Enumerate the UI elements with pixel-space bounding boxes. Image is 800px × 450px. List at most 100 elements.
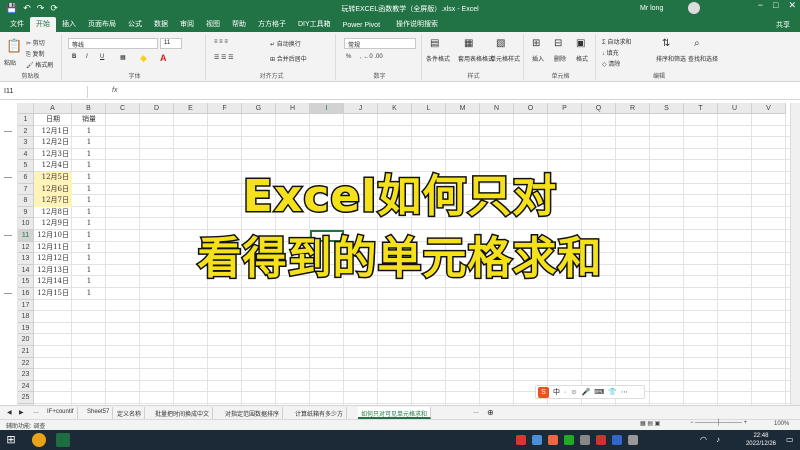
row-header-24[interactable]: 24 (18, 380, 34, 393)
paste-icon[interactable]: 📋 (6, 38, 22, 54)
sheet-tab[interactable]: IF+countif (44, 407, 78, 419)
zoom-slider[interactable]: − ─────┼───── + (690, 420, 747, 426)
tab-3[interactable]: 页面布局 (82, 17, 122, 32)
conditional-format-button[interactable]: 条件格式 (426, 54, 450, 63)
clock[interactable]: 22:48 2022/12/26 (746, 432, 776, 448)
sales-cell[interactable]: 1 (72, 149, 106, 161)
column-header-U[interactable]: U (718, 103, 752, 114)
ime-more-icon[interactable]: ⋯ (621, 388, 628, 396)
sheet-tab[interactable]: Sheet57 (84, 407, 114, 419)
ime-emoji-icon[interactable]: ☺ (570, 389, 577, 396)
copy-button[interactable]: ⎘ 复制 (26, 49, 44, 59)
insert-cells-button[interactable]: 插入 (532, 54, 544, 63)
avatar[interactable] (688, 2, 700, 14)
tab-1[interactable]: 开始 (30, 17, 56, 32)
tab-2[interactable]: 插入 (56, 17, 82, 32)
formula-input[interactable] (128, 86, 796, 98)
cell-A1[interactable]: 日期 (34, 114, 72, 126)
column-header-Q[interactable]: Q (582, 103, 616, 114)
outline-marker[interactable] (4, 130, 12, 132)
cell-styles-icon[interactable]: ▧ (496, 38, 505, 49)
delete-cells-button[interactable]: 删除 (554, 54, 566, 63)
format-as-table-icon[interactable]: ▦ (464, 38, 473, 49)
clear-button[interactable]: ◇ 清除 (602, 59, 620, 68)
column-header-B[interactable]: B (72, 103, 106, 114)
undo-icon[interactable]: ↶ (23, 3, 31, 14)
notification-icon[interactable]: ▭ (786, 435, 796, 445)
underline-button[interactable]: U (100, 54, 104, 60)
date-cell[interactable]: 12月1日 (34, 126, 72, 138)
column-header-M[interactable]: M (446, 103, 480, 114)
sheet-scroll-left-icon[interactable]: ◀ (4, 407, 15, 419)
row-header-21[interactable]: 21 (18, 346, 34, 358)
row-header-23[interactable]: 23 (18, 369, 34, 381)
date-cell[interactable]: 12月3日 (34, 149, 72, 161)
sheet-tab[interactable]: 计算纸箱有多少方 (292, 407, 348, 419)
font-color-icon[interactable]: A (160, 53, 167, 63)
tray-app-icon[interactable] (628, 435, 638, 445)
insert-cells-icon[interactable]: ⊞ (532, 38, 540, 49)
tray-app-icon[interactable] (532, 435, 542, 445)
column-header-J[interactable]: J (344, 103, 378, 114)
share-button[interactable]: 共享 (776, 20, 790, 30)
wrap-text-button[interactable]: ↵ 自动换行 (270, 39, 301, 48)
zoom-level[interactable]: 100% (774, 421, 789, 427)
column-header-D[interactable]: D (140, 103, 174, 114)
row-header-3[interactable]: 3 (18, 137, 34, 149)
cell-B1[interactable]: 销量 (72, 114, 106, 126)
column-header-A[interactable]: A (34, 103, 72, 114)
font-size-select[interactable]: 11 (160, 38, 182, 49)
format-cells-icon[interactable]: ▣ (576, 38, 585, 49)
row-header-4[interactable]: 4 (18, 148, 34, 161)
row-header-22[interactable]: 22 (18, 357, 34, 370)
row-header-17[interactable]: 17 (18, 299, 34, 312)
sheet-scroll-right-icon[interactable]: ▶ (16, 407, 27, 419)
tab-0[interactable]: 文件 (4, 17, 30, 32)
fill-button[interactable]: ↓ 填充 (602, 48, 619, 57)
ime-skin-icon[interactable]: 👕 (608, 388, 617, 396)
tray-app-icon[interactable] (596, 435, 606, 445)
tray-app-icon[interactable] (548, 435, 558, 445)
row-header-25[interactable]: 25 (18, 392, 34, 404)
view-normal-icon[interactable]: ▦ ▤ ▣ (640, 420, 660, 427)
sheet-more-icon[interactable]: … (30, 407, 42, 419)
volume-icon[interactable]: ♪ (716, 435, 726, 445)
tray-app-icon[interactable] (580, 435, 590, 445)
name-box[interactable]: I11 (2, 86, 88, 98)
chrome-icon[interactable] (32, 433, 46, 447)
close-button[interactable]: ✕ (788, 0, 796, 11)
align-top-icon[interactable]: ≡ ≡ ≡ (214, 39, 228, 45)
search-icon[interactable]: ⌕ (694, 38, 700, 49)
save-icon[interactable]: 💾 (6, 3, 17, 14)
sheet-tab[interactable]: 批量把时间换成中文 (152, 407, 214, 419)
outline-marker[interactable] (4, 293, 12, 294)
tell-me-search[interactable]: 操作说明搜索 (390, 17, 444, 32)
sales-cell[interactable]: 1 (72, 288, 106, 300)
tab-7[interactable]: 视图 (200, 17, 226, 32)
select-all-corner[interactable] (18, 103, 34, 114)
format-cells-button[interactable]: 格式 (576, 54, 588, 63)
tab-9[interactable]: 方方格子 (252, 17, 292, 32)
column-header-E[interactable]: E (174, 103, 208, 114)
autosum-button[interactable]: Σ 自动求和 (602, 37, 631, 46)
column-header-G[interactable]: G (242, 103, 276, 114)
redo-icon[interactable]: ↷ (37, 3, 45, 14)
sort-filter-icon[interactable]: ⇅ (662, 38, 670, 49)
tab-11[interactable]: Power Pivot (337, 20, 386, 32)
row-header-1[interactable]: 1 (18, 114, 34, 126)
sheet-tab[interactable]: 定义名称 (114, 407, 146, 419)
tab-10[interactable]: DIY工具箱 (292, 17, 337, 32)
column-header-V[interactable]: V (752, 103, 786, 114)
cell-styles-button[interactable]: 单元格样式 (490, 54, 520, 63)
format-painter-button[interactable]: 🖌 格式刷 (26, 60, 53, 69)
ime-mode[interactable]: 中 (553, 387, 560, 397)
column-header-P[interactable]: P (548, 103, 582, 114)
row-header-20[interactable]: 20 (18, 334, 34, 346)
cut-button[interactable]: ✂ 剪切 (26, 38, 45, 47)
row-header-19[interactable]: 19 (18, 322, 34, 335)
font-name-select[interactable]: 等线 (68, 38, 158, 49)
column-header-O[interactable]: O (514, 103, 548, 114)
column-header-S[interactable]: S (650, 103, 684, 114)
ime-punct-icon[interactable]: · (564, 389, 566, 396)
bold-button[interactable]: B (72, 54, 76, 60)
